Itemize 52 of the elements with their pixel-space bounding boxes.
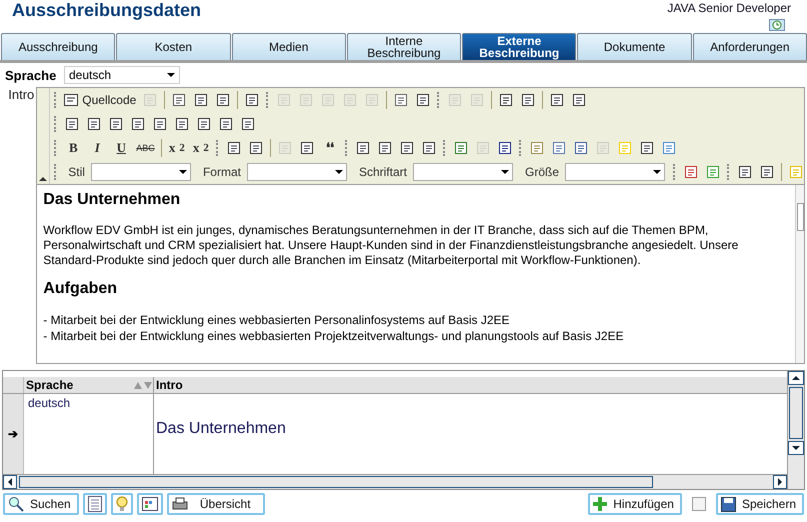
clock-icon[interactable] xyxy=(769,19,785,31)
column-header[interactable]: Intro xyxy=(154,377,787,393)
row-marker: ➔ xyxy=(8,427,18,441)
language-label: Sprache xyxy=(5,68,58,82)
search-button[interactable]: Suchen xyxy=(3,493,79,515)
printer-icon xyxy=(172,497,188,511)
tab[interactable]: Externe Beschreibung xyxy=(462,33,576,60)
tab[interactable]: Ausschreibung xyxy=(1,33,116,60)
tab[interactable]: Kosten xyxy=(116,33,231,60)
calendar-button[interactable] xyxy=(136,493,163,515)
list-icon xyxy=(88,496,102,512)
content-heading: Das Unternehmen xyxy=(43,191,182,209)
horizontal-scrollbar[interactable] xyxy=(3,474,787,489)
language-select[interactable]: deutsch xyxy=(64,66,180,84)
toolbar-select-label: Größe xyxy=(524,165,559,179)
content-paragraph: Workflow EDV GmbH ist ein junges, dynamisches Beratungsunternehmen in der IT Branche, dass sich auf die Themen BPM, Personalwirtschaft und CRM spezialisiert hat. Unsere Haupt-Kunden sind in der Finanzdienstleistungsbranche angesiedelt. Unsere Standard-Produkte sind jedoch quer durch alle Branchen im Einsatz (Mitarbeiterportal mit Workflow-Funktionen). xyxy=(43,223,740,268)
vertical-scrollbar[interactable] xyxy=(787,371,804,489)
intro-label: Intro xyxy=(7,87,36,104)
lightbulb-button[interactable] xyxy=(110,493,133,515)
search-icon xyxy=(8,496,24,512)
format-button[interactable]: ❛❛ xyxy=(320,139,339,157)
add-button[interactable]: Hinzufügen xyxy=(588,493,682,515)
toolbar-select-label: Schriftart xyxy=(358,165,407,179)
list-button[interactable] xyxy=(82,493,107,515)
content-line: - Mitarbeit bei der Entwicklung eines webbasierten Projektzeitverwaltungs- und planungstools auf Basis J2EE xyxy=(43,328,625,344)
table-row[interactable]: ➔ deutsch Das Unternehmen xyxy=(3,394,787,474)
format-button[interactable]: ABC xyxy=(136,139,155,157)
table-cell-text: deutsch xyxy=(28,396,72,410)
content-heading: Aufgaben xyxy=(43,280,118,298)
tab[interactable]: Dokumente xyxy=(577,33,692,60)
scrollbar[interactable] xyxy=(795,185,804,363)
source-code-button[interactable]: Quellcode xyxy=(64,91,136,109)
column-header[interactable]: Sprache xyxy=(24,377,154,393)
calendar-icon xyxy=(142,497,158,511)
format-button[interactable]: I xyxy=(88,139,106,157)
format-button[interactable]: B xyxy=(64,139,82,157)
plus-icon xyxy=(593,497,608,511)
toolbar-select-label: Format xyxy=(202,165,241,179)
overview-button[interactable]: Übersicht xyxy=(166,493,265,515)
toolbar-select-label: Stil xyxy=(68,165,85,179)
job-title: JAVA Senior Developer xyxy=(667,1,791,15)
tab[interactable]: Anforderungen xyxy=(692,33,807,60)
table-cell-text: Das Unternehmen xyxy=(156,420,287,438)
tab[interactable]: Interne Beschreibung xyxy=(346,33,462,60)
page-title: Ausschreibungsdaten xyxy=(12,0,202,21)
lightbulb-icon xyxy=(116,496,128,512)
document-icon xyxy=(64,94,78,106)
checkbox[interactable] xyxy=(692,497,706,511)
content-line: - Mitarbeit bei der Entwicklung eines webbasierten Personalinfosystems auf Basis J2EE xyxy=(43,312,511,328)
tab[interactable]: Medien xyxy=(232,33,346,60)
save-button[interactable]: Speichern xyxy=(716,493,804,515)
format-button[interactable]: U xyxy=(112,139,130,157)
